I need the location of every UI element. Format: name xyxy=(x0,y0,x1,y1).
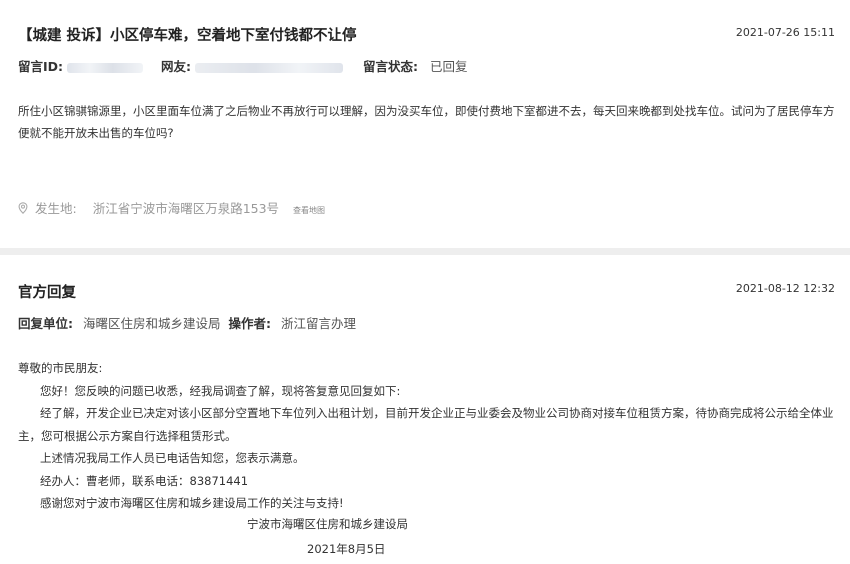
user-label: 网友: xyxy=(161,59,191,74)
reply-meta: 回复单位: 海曙区住房和城乡建设局 操作者: 浙江留言办理 xyxy=(18,313,360,332)
reply-paragraph: 经了解，开发企业已决定对该小区部分空置地下车位列入出租计划，目前开发企业正与业委… xyxy=(18,406,834,443)
section-divider xyxy=(0,248,850,255)
message-meta: 留言ID: 网友: 留言状态: 已回复 xyxy=(18,56,481,75)
message-id-label: 留言ID: xyxy=(18,59,64,74)
reply-body: 尊敬的市民朋友: 您好！您反映的问题已收悉，经我局调查了解，现将答复意见回复如下… xyxy=(18,357,836,515)
operator-label: 操作者: xyxy=(228,316,271,331)
view-map-link[interactable]: 查看地图 xyxy=(293,206,325,215)
reply-greeting: 尊敬的市民朋友: xyxy=(18,361,103,375)
reply-sign-date: 2021年8月5日 xyxy=(307,542,386,556)
status-badge: 已回复 xyxy=(429,59,468,74)
reply-thanks: 感谢您对宁波市海曙区住房和城乡建设局工作的关注与支持! xyxy=(40,496,344,510)
reply-signature: 宁波市海曙区住房和城乡建设局 xyxy=(247,517,408,531)
reply-heading: 官方回复 xyxy=(18,285,76,301)
user-redacted xyxy=(194,62,343,73)
reply-paragraph: 您好！您反映的问题已收悉，经我局调查了解，现将答复意见回复如下: xyxy=(40,383,401,398)
status-label: 留言状态: xyxy=(362,59,418,74)
reply-handler: 经办人：曹老师，联系电话：83871441 xyxy=(40,473,249,488)
operator-value: 浙江留言办理 xyxy=(280,316,356,331)
location-label: 发生地: xyxy=(34,201,77,216)
location-pin-icon xyxy=(18,202,28,214)
location-address: 浙江省宁波市海曙区万泉路153号 xyxy=(92,201,280,216)
reply-paragraph: 上述情况我局工作人员已电话告知您，您表示满意。 xyxy=(40,451,305,465)
message-title: 【城建 投诉】小区停车难，空着地下室付钱都不让停 xyxy=(18,28,357,44)
message-id-redacted xyxy=(67,62,144,73)
reply-unit-value: 海曙区住房和城乡建设局 xyxy=(82,316,221,331)
reply-unit-label: 回复单位: xyxy=(18,316,73,331)
message-content: 所住小区锦骐锦源里，小区里面车位满了之后物业不再放行可以理解，因为没买车位，即使… xyxy=(18,104,835,140)
message-date: 2021-07-26 15:11 xyxy=(735,26,835,39)
reply-date: 2021-08-12 12:32 xyxy=(735,282,835,295)
location-row: 发生地: 浙江省宁波市海曙区万泉路153号 查看地图 xyxy=(18,198,325,217)
